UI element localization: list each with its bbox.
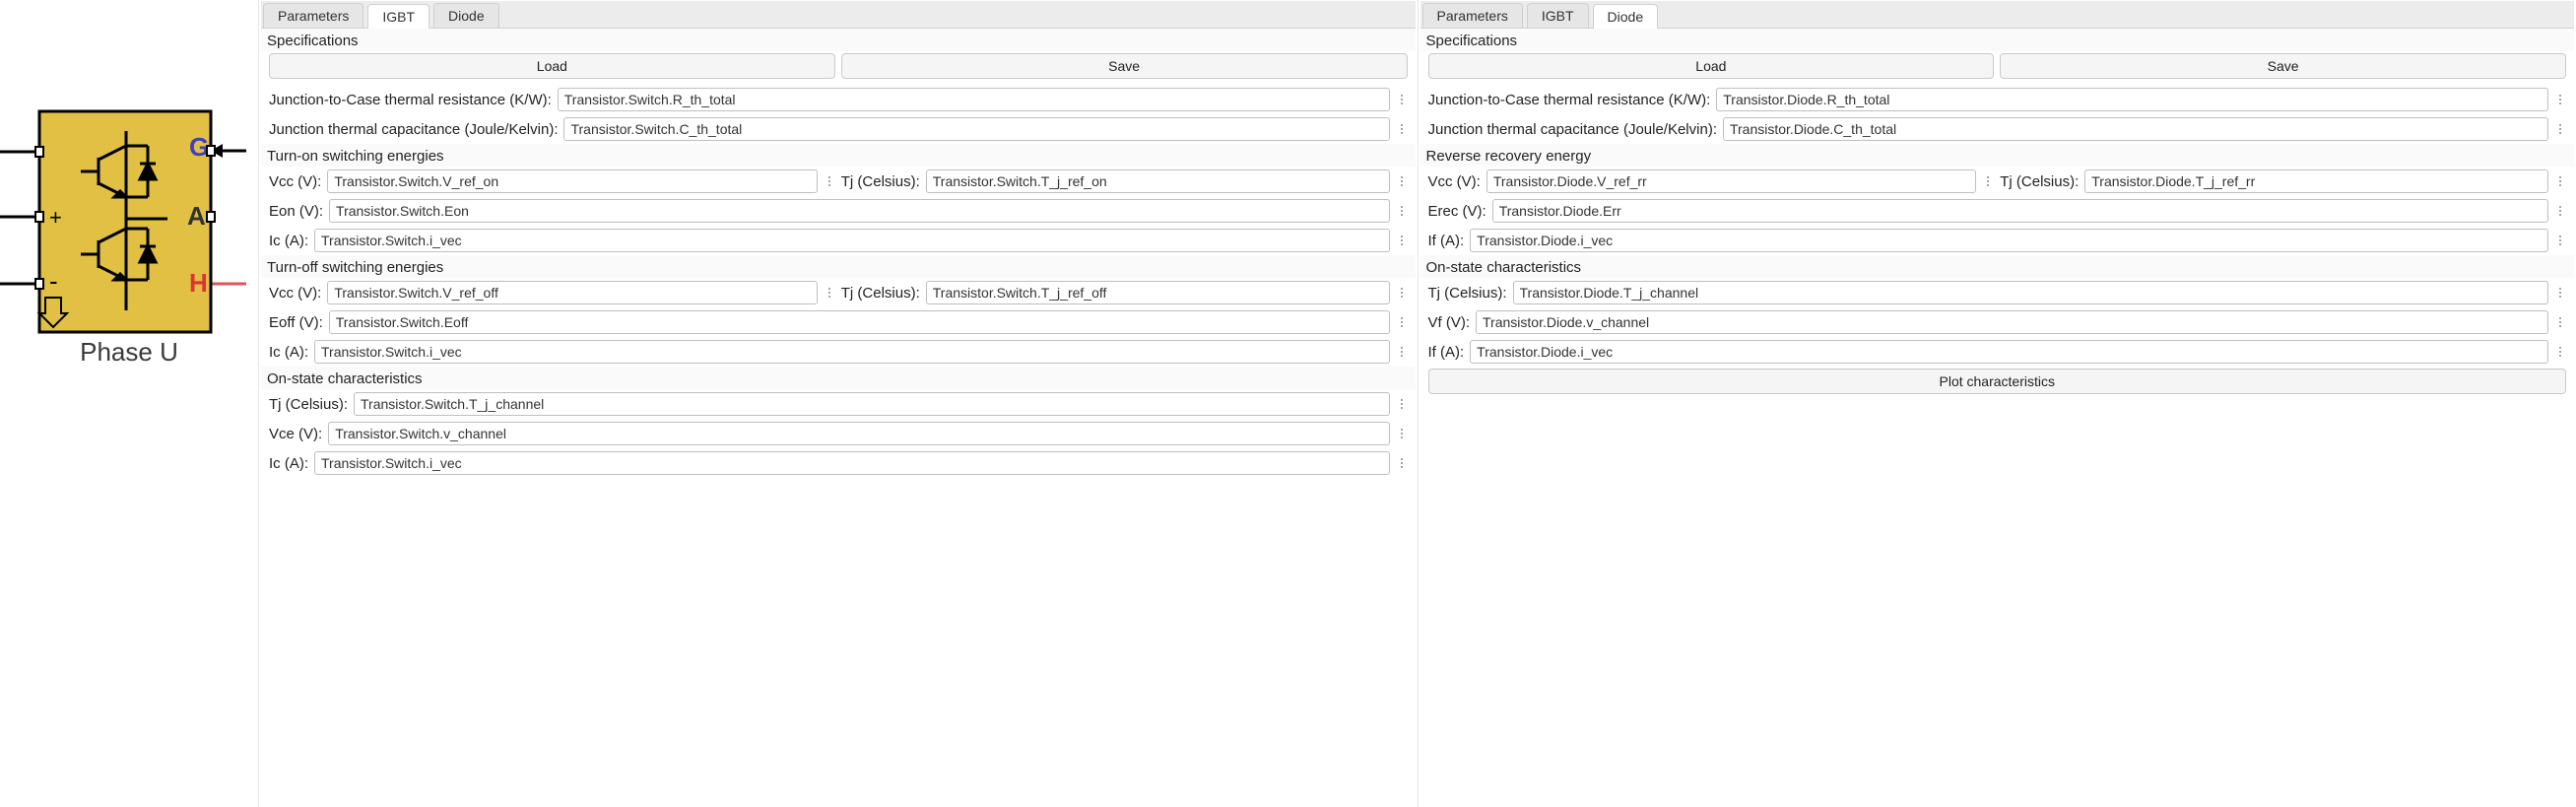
cth-input[interactable]	[563, 117, 1389, 141]
more-menu-icon[interactable]	[2554, 91, 2566, 108]
more-menu-icon[interactable]	[824, 284, 835, 302]
tj-off-label: Tj (Celsius):	[841, 285, 920, 302]
tab-igbt-left[interactable]: IGBT	[367, 4, 429, 29]
vcc-on-label: Vcc (V):	[269, 173, 321, 190]
tab-parameters-left[interactable]: Parameters	[263, 3, 363, 28]
load-button[interactable]: Load	[1428, 53, 1995, 79]
block-label: Phase U	[0, 337, 258, 368]
tab-igbt-right[interactable]: IGBT	[1527, 3, 1589, 28]
rth-input[interactable]	[1716, 88, 2548, 111]
diode-tabbar: Parameters IGBT Diode	[1420, 1, 2575, 29]
ic-off-label: Ic (A):	[269, 344, 308, 361]
ic-off-input[interactable]	[314, 340, 1390, 364]
more-menu-icon[interactable]	[2554, 313, 2566, 331]
specifications-heading: Specifications	[1420, 29, 2575, 51]
ic-on-label: Ic (A):	[269, 233, 308, 249]
ic-on-input[interactable]	[314, 229, 1390, 252]
eoff-input[interactable]	[329, 310, 1390, 334]
reverse-recovery-heading: Reverse recovery energy	[1420, 144, 2575, 167]
rth-input[interactable]	[558, 88, 1390, 111]
vf-label: Vf (V):	[1428, 314, 1471, 331]
cth-label: Junction thermal capacitance (Joule/Kelv…	[1428, 121, 1717, 138]
more-menu-icon[interactable]	[1396, 343, 1408, 361]
tj-rr-input[interactable]	[2084, 169, 2548, 193]
more-menu-icon[interactable]	[2554, 120, 2566, 138]
specifications-heading: Specifications	[261, 29, 1416, 51]
tab-diode-left[interactable]: Diode	[433, 3, 499, 28]
svg-text:+: +	[49, 205, 62, 230]
vcc-rr-input[interactable]	[1486, 169, 1976, 193]
ic-ch-label: Ic (A):	[269, 455, 308, 472]
more-menu-icon[interactable]	[1396, 91, 1408, 108]
tab-parameters-right[interactable]: Parameters	[1422, 3, 1523, 28]
cth-input[interactable]	[1723, 117, 2548, 141]
vcc-rr-label: Vcc (V):	[1428, 173, 1481, 190]
more-menu-icon[interactable]	[2554, 284, 2566, 302]
more-menu-icon[interactable]	[1396, 425, 1408, 442]
more-menu-icon[interactable]	[1396, 284, 1408, 302]
tj-ch-label: Tj (Celsius):	[1428, 285, 1507, 302]
more-menu-icon[interactable]	[1396, 232, 1408, 249]
rth-label: Junction-to-Case thermal resistance (K/W…	[1428, 92, 1711, 108]
vce-input[interactable]	[328, 422, 1389, 445]
more-menu-icon[interactable]	[1396, 172, 1408, 190]
rth-label: Junction-to-Case thermal resistance (K/W…	[269, 92, 552, 108]
more-menu-icon[interactable]	[2554, 343, 2566, 361]
plot-characteristics-button[interactable]: Plot characteristics	[1428, 369, 2567, 394]
save-button[interactable]: Save	[841, 53, 1408, 79]
svg-text:H: H	[189, 268, 208, 298]
diode-panel: Parameters IGBT Diode Specifications Loa…	[1418, 0, 2576, 807]
more-menu-icon[interactable]	[1396, 395, 1408, 413]
on-state-heading: On-state characteristics	[261, 367, 1416, 389]
vcc-on-input[interactable]	[327, 169, 817, 193]
block-diagram-area: G A H + -	[0, 0, 258, 807]
more-menu-icon[interactable]	[1396, 454, 1408, 472]
erec-input[interactable]	[1492, 199, 2548, 223]
if-rr-input[interactable]	[1470, 229, 2548, 252]
vce-label: Vce (V):	[269, 426, 322, 442]
eon-input[interactable]	[329, 199, 1389, 223]
more-menu-icon[interactable]	[824, 172, 835, 190]
svg-text:A: A	[187, 201, 206, 231]
tj-on-input[interactable]	[926, 169, 1390, 193]
if-rr-label: If (A):	[1428, 233, 1465, 249]
phase-block-icon: G A H + -	[0, 0, 256, 335]
more-menu-icon[interactable]	[2554, 232, 2566, 249]
eoff-label: Eoff (V):	[269, 314, 323, 331]
ic-ch-input[interactable]	[314, 451, 1390, 475]
tj-on-label: Tj (Celsius):	[841, 173, 920, 190]
if-ch-label: If (A):	[1428, 344, 1465, 361]
tj-ch-input[interactable]	[354, 392, 1389, 416]
load-button[interactable]: Load	[269, 53, 835, 79]
tj-ch-input[interactable]	[1513, 281, 2548, 304]
vcc-off-input[interactable]	[327, 281, 817, 304]
tab-diode-right[interactable]: Diode	[1593, 4, 1659, 29]
vf-input[interactable]	[1476, 310, 2548, 334]
svg-text:-: -	[49, 266, 58, 296]
tj-rr-label: Tj (Celsius):	[2000, 173, 2079, 190]
on-state-heading: On-state characteristics	[1420, 255, 2575, 278]
turn-off-heading: Turn-off switching energies	[261, 255, 1416, 278]
igbt-tabbar: Parameters IGBT Diode	[261, 1, 1416, 29]
save-button[interactable]: Save	[2000, 53, 2566, 79]
more-menu-icon[interactable]	[1396, 313, 1408, 331]
tj-ch-label: Tj (Celsius):	[269, 396, 348, 413]
if-ch-input[interactable]	[1470, 340, 2548, 364]
more-menu-icon[interactable]	[1982, 172, 1994, 190]
cth-label: Junction thermal capacitance (Joule/Kelv…	[269, 121, 558, 138]
more-menu-icon[interactable]	[1396, 120, 1408, 138]
more-menu-icon[interactable]	[2554, 172, 2566, 190]
more-menu-icon[interactable]	[1396, 202, 1408, 220]
igbt-panel: Parameters IGBT Diode Specifications Loa…	[258, 0, 1418, 807]
erec-label: Erec (V):	[1428, 203, 1486, 220]
turn-on-heading: Turn-on switching energies	[261, 144, 1416, 167]
more-menu-icon[interactable]	[2554, 202, 2566, 220]
tj-off-input[interactable]	[926, 281, 1390, 304]
eon-label: Eon (V):	[269, 203, 323, 220]
vcc-off-label: Vcc (V):	[269, 285, 321, 302]
